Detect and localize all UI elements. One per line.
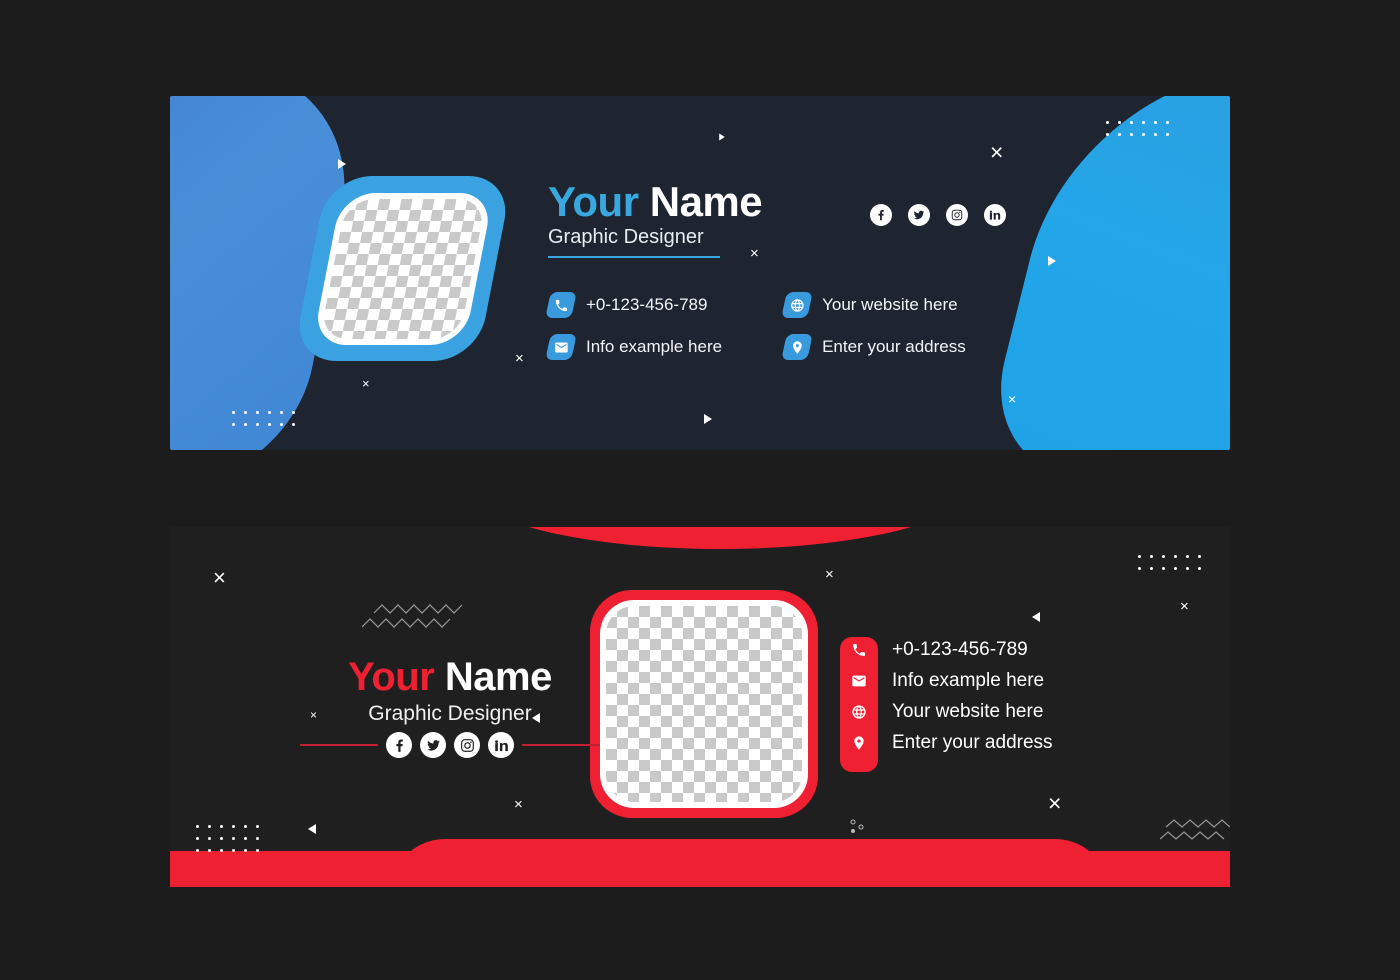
contact-row-address[interactable]: Enter your address (781, 334, 966, 360)
map-pin-icon (840, 735, 878, 751)
contact-text-website: Your website here (822, 295, 958, 314)
red-top-wave-shape (470, 527, 970, 549)
zigzag-icon (1160, 815, 1230, 845)
contact-text-email: Info example here (586, 337, 723, 356)
contact-text-phone: +0-123-456-789 (892, 639, 1028, 660)
twitter-icon[interactable] (420, 732, 446, 758)
triangle-right-icon (719, 133, 725, 141)
globe-icon (781, 292, 813, 318)
contact-row-email[interactable]: Info example here (545, 334, 723, 360)
linkedin-icon[interactable] (488, 732, 514, 758)
photo-frame-outer (292, 176, 513, 361)
cross-decoration: × (990, 139, 1004, 165)
blue-banner: × × × × × Your Name Graphic Designer +0-… (170, 96, 1230, 450)
name-last: Name (649, 178, 763, 225)
social-links (300, 732, 600, 758)
envelope-icon (840, 673, 878, 689)
contact-row-address[interactable]: Enter your address (840, 732, 1053, 754)
profile-photo-placeholder[interactable] (590, 590, 818, 818)
envelope-icon (545, 334, 577, 360)
social-links (870, 204, 1006, 226)
triangle-right-icon (338, 159, 346, 169)
facebook-icon[interactable] (386, 732, 412, 758)
map-pin-icon (781, 334, 813, 360)
triangle-right-icon (704, 414, 712, 424)
facebook-icon[interactable] (870, 204, 892, 226)
instagram-icon[interactable] (454, 732, 480, 758)
page-title: Your Name (300, 655, 600, 700)
photo-frame-inner (311, 192, 494, 345)
phone-icon (545, 292, 577, 318)
triangle-left-icon (1032, 612, 1040, 622)
contact-row-phone[interactable]: +0-123-456-789 (840, 639, 1053, 661)
contact-row-website[interactable]: Your website here (781, 292, 966, 318)
small-circles-decoration (850, 819, 864, 833)
name-first: Your (548, 178, 639, 225)
cross-decoration: × (825, 566, 834, 583)
instagram-icon[interactable] (946, 204, 968, 226)
dot-grid-icon (1106, 121, 1169, 136)
triangle-left-icon (308, 824, 316, 834)
cross-decoration: × (213, 565, 226, 590)
phone-icon (840, 642, 878, 658)
dot-grid-icon (232, 411, 295, 426)
contact-info: +0-123-456-789 Info example here Your we… (545, 292, 966, 360)
social-divider-line (300, 744, 378, 746)
social-divider-line (522, 744, 600, 746)
red-banner: × × × × × × Your Name Graphic Designer +… (170, 527, 1230, 887)
globe-icon (840, 704, 878, 720)
role-subtitle: Graphic Designer (548, 226, 704, 248)
role-subtitle: Graphic Designer (368, 702, 532, 725)
contact-column-left: +0-123-456-789 Info example here (545, 292, 723, 360)
contact-info: +0-123-456-789 Info example here Your we… (840, 639, 1053, 754)
contact-text-email: Info example here (892, 670, 1045, 691)
linkedin-icon[interactable] (984, 204, 1006, 226)
dot-grid-icon (196, 825, 259, 852)
page-title: Your Name (548, 178, 763, 226)
cross-decoration: × (514, 796, 523, 813)
profile-photo-placeholder[interactable] (292, 176, 513, 361)
dot-grid-icon (1138, 555, 1201, 570)
contact-row-website[interactable]: Your website here (840, 701, 1053, 723)
photo-frame-inner (600, 600, 808, 808)
red-bottom-hump-shape (400, 839, 1100, 873)
zigzag-icon (362, 599, 472, 633)
title-underline (548, 256, 720, 258)
contact-column-right: Your website here Enter your address (781, 292, 966, 360)
checkerboard-placeholder (318, 198, 487, 339)
contact-text-website: Your website here (892, 701, 1044, 722)
contact-row-email[interactable]: Info example here (840, 670, 1053, 692)
cross-decoration: × (362, 376, 370, 391)
triangle-right-icon (1048, 256, 1056, 266)
contact-row-phone[interactable]: +0-123-456-789 (545, 292, 722, 318)
cross-decoration: × (1048, 790, 1062, 816)
twitter-icon[interactable] (908, 204, 930, 226)
contact-text-phone: +0-123-456-789 (586, 295, 708, 314)
cross-decoration: × (1180, 598, 1189, 615)
cross-decoration: × (1008, 391, 1017, 407)
name-first: Your (348, 655, 435, 699)
checkerboard-placeholder (606, 606, 802, 802)
contact-text-address: Enter your address (822, 337, 966, 356)
name-last: Name (444, 655, 552, 699)
cross-decoration: × (750, 245, 759, 262)
cross-decoration: × (515, 350, 524, 367)
contact-text-address: Enter your address (892, 732, 1053, 753)
